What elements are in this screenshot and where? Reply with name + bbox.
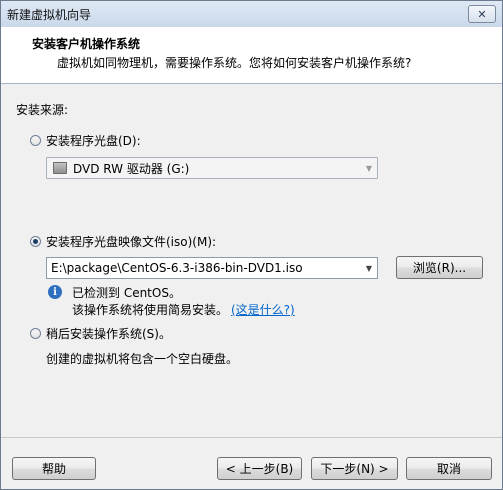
- disc-radio[interactable]: [30, 135, 41, 146]
- wizard-footer: 帮助 < 上一步(B) 下一步(N) > 取消: [1, 437, 502, 489]
- later-option-label[interactable]: 稍后安装操作系统(S)。: [46, 325, 171, 342]
- whats-this-link[interactable]: (这是什么?): [231, 301, 295, 318]
- info-icon: i: [48, 285, 62, 299]
- cancel-button[interactable]: 取消: [406, 457, 492, 480]
- wizard-window: 新建虚拟机向导 ✕ 安装客户机操作系统 虚拟机如同物理机，需要操作系统。您将如何…: [0, 0, 503, 490]
- page-title: 安装客户机操作系统: [32, 37, 141, 51]
- back-button[interactable]: < 上一步(B): [217, 457, 302, 480]
- disc-drive-value: DVD RW 驱动器 (G:): [73, 161, 190, 176]
- disc-drive-select[interactable]: DVD RW 驱动器 (G:) ▼: [46, 157, 378, 179]
- later-radio[interactable]: [30, 328, 41, 339]
- disc-option-label[interactable]: 安装程序光盘(D):: [46, 132, 141, 149]
- close-icon: ✕: [477, 7, 487, 21]
- title-bar: 新建虚拟机向导 ✕: [1, 1, 502, 27]
- browse-button[interactable]: 浏览(R)...: [396, 256, 483, 279]
- dvd-drive-icon: [53, 162, 67, 174]
- install-source-label: 安装来源:: [16, 103, 69, 117]
- close-button[interactable]: ✕: [468, 5, 496, 23]
- help-button[interactable]: 帮助: [12, 457, 96, 480]
- iso-radio[interactable]: [30, 236, 41, 247]
- wizard-header: 安装客户机操作系统 虚拟机如同物理机，需要操作系统。您将如何安装客户机操作系统?: [1, 27, 502, 84]
- iso-option-label[interactable]: 安装程序光盘映像文件(iso)(M):: [46, 233, 216, 250]
- iso-path-combobox[interactable]: E:\package\CentOS-6.3-i386-bin-DVD1.iso …: [46, 257, 378, 279]
- page-subtitle: 虚拟机如同物理机，需要操作系统。您将如何安装客户机操作系统?: [57, 56, 412, 70]
- iso-path-value[interactable]: E:\package\CentOS-6.3-i386-bin-DVD1.iso: [47, 261, 361, 275]
- wizard-body: 安装来源: 安装程序光盘(D): DVD RW 驱动器 (G:) ▼ 安装程序光…: [1, 84, 502, 437]
- next-button[interactable]: 下一步(N) >: [311, 457, 398, 480]
- window-title: 新建虚拟机向导: [7, 8, 92, 22]
- easy-install-text: 该操作系统将使用简易安装。: [72, 303, 229, 317]
- detected-os-text: 已检测到 CentOS。: [72, 286, 181, 300]
- later-description: 创建的虚拟机将包含一个空白硬盘。: [46, 352, 239, 366]
- chevron-down-icon[interactable]: ▼: [361, 264, 377, 273]
- chevron-down-icon: ▼: [365, 163, 373, 173]
